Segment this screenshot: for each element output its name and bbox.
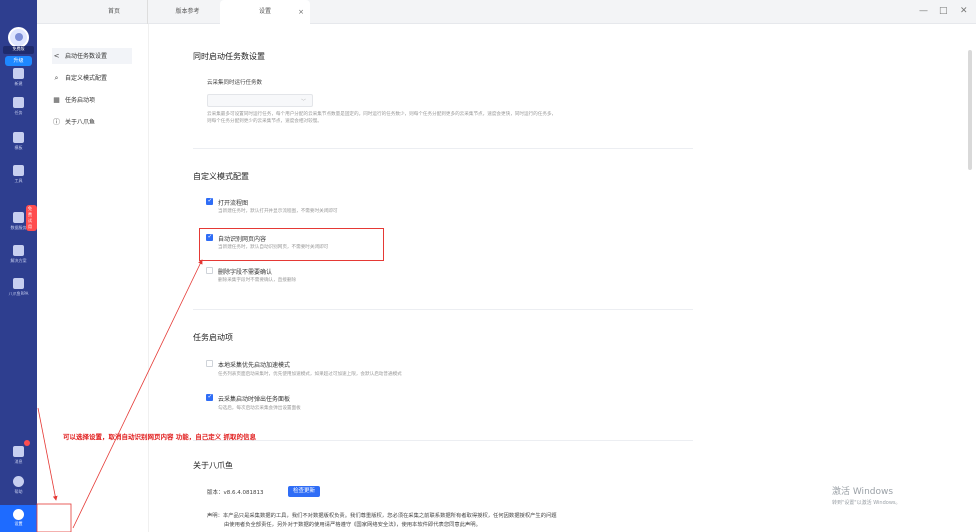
settings-highlight-box xyxy=(36,503,72,532)
annotation-arrows xyxy=(36,259,203,532)
annotation-text: 可以选择设置，取消自动识别网页内容 功能，自己定义 抓取的信息 xyxy=(63,433,257,441)
arrow-to-settings xyxy=(37,407,58,501)
activate-windows-watermark: 激活 Windows 转到"设置"以激活 Windows。 xyxy=(832,487,901,506)
scrollbar[interactable] xyxy=(968,50,972,170)
arrow-to-option xyxy=(72,259,203,529)
